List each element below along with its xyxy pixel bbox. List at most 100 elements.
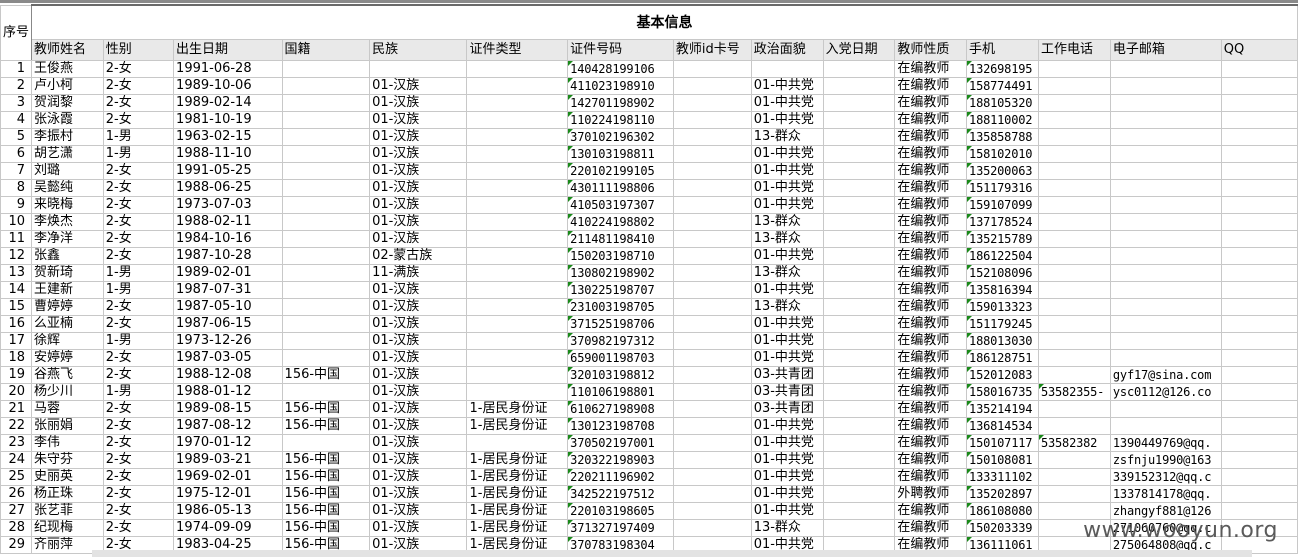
table-cell[interactable]: 2-女 — [102, 179, 175, 197]
table-cell[interactable]: 01-汉族 — [369, 417, 468, 435]
table-cell[interactable] — [822, 332, 896, 350]
table-cell[interactable]: 01-汉族 — [369, 400, 468, 418]
table-cell[interactable]: 156-中国 — [281, 519, 371, 537]
table-cell[interactable] — [822, 502, 896, 520]
table-cell[interactable]: 13-群众 — [750, 298, 824, 316]
table-cell[interactable]: 卢小柯 — [31, 77, 104, 95]
table-cell[interactable]: 158102010 — [966, 145, 1039, 163]
table-cell[interactable] — [466, 77, 569, 95]
table-cell[interactable] — [1220, 213, 1298, 231]
table-cell[interactable] — [1220, 60, 1298, 78]
table-cell[interactable]: 01-汉族 — [369, 485, 468, 503]
table-cell[interactable] — [466, 434, 569, 452]
row-number-cell[interactable]: 12 — [0, 247, 33, 265]
table-cell[interactable]: 01-中共党 — [750, 332, 824, 350]
table-cell[interactable] — [1037, 213, 1111, 231]
table-cell[interactable]: 1987-10-28 — [173, 247, 283, 265]
table-cell[interactable] — [672, 111, 752, 129]
table-cell[interactable] — [1220, 349, 1298, 367]
table-cell[interactable]: 156-中国 — [281, 468, 371, 486]
table-cell[interactable]: 1988-01-12 — [173, 383, 283, 401]
table-cell[interactable] — [1109, 230, 1222, 248]
table-cell[interactable]: 1986-05-13 — [173, 502, 283, 520]
table-cell[interactable]: 在编教师 — [894, 128, 968, 146]
table-cell[interactable] — [281, 162, 371, 180]
table-cell[interactable]: 137178524 — [966, 213, 1039, 231]
table-cell[interactable]: 2-女 — [102, 77, 175, 95]
table-cell[interactable]: 1973-12-26 — [173, 332, 283, 350]
table-cell[interactable]: 01-中共党 — [750, 485, 824, 503]
table-cell[interactable]: 130103198811 — [567, 145, 674, 163]
row-number-cell[interactable]: 18 — [0, 349, 33, 367]
table-cell[interactable] — [1109, 349, 1222, 367]
table-cell[interactable] — [672, 196, 752, 214]
table-cell[interactable]: 2-女 — [102, 417, 175, 435]
table-cell[interactable]: 53582355- — [1037, 383, 1111, 401]
table-cell[interactable] — [1037, 400, 1111, 418]
table-cell[interactable] — [1109, 264, 1222, 282]
table-cell[interactable] — [281, 332, 371, 350]
section-title[interactable]: 基本信息 — [31, 4, 1298, 40]
table-cell[interactable]: 13-群众 — [750, 230, 824, 248]
column-header[interactable]: 民族 — [369, 39, 468, 61]
table-cell[interactable]: 在编教师 — [894, 196, 968, 214]
table-cell[interactable]: 2-女 — [102, 213, 175, 231]
table-cell[interactable] — [672, 179, 752, 197]
table-cell[interactable]: 在编教师 — [894, 383, 968, 401]
table-cell[interactable] — [1037, 349, 1111, 367]
table-cell[interactable]: 杨少川 — [31, 383, 104, 401]
table-cell[interactable]: 150108081 — [966, 451, 1039, 469]
table-cell[interactable]: 1988-02-11 — [173, 213, 283, 231]
table-cell[interactable] — [1220, 315, 1298, 333]
table-cell[interactable]: 在编教师 — [894, 366, 968, 384]
table-cell[interactable]: 在编教师 — [894, 451, 968, 469]
table-cell[interactable] — [822, 519, 896, 537]
table-cell[interactable]: 220211196902 — [567, 468, 674, 486]
row-number-cell[interactable]: 26 — [0, 485, 33, 503]
column-header[interactable]: 出生日期 — [173, 39, 283, 61]
table-cell[interactable]: 1981-10-19 — [173, 111, 283, 129]
table-cell[interactable] — [1037, 502, 1111, 520]
table-cell[interactable]: 01-中共党 — [750, 179, 824, 197]
table-cell[interactable] — [672, 366, 752, 384]
table-cell[interactable] — [1037, 468, 1111, 486]
table-cell[interactable]: 1970-01-12 — [173, 434, 283, 452]
table-cell[interactable]: 01-汉族 — [369, 468, 468, 486]
row-number-cell[interactable]: 3 — [0, 94, 33, 112]
row-number-cell[interactable]: 29 — [0, 536, 33, 554]
table-cell[interactable] — [672, 383, 752, 401]
table-cell[interactable]: 01-汉族 — [369, 502, 468, 520]
table-cell[interactable]: 马蓉 — [31, 400, 104, 418]
table-cell[interactable]: 贺润黎 — [31, 94, 104, 112]
table-cell[interactable] — [1037, 247, 1111, 265]
table-cell[interactable]: 在编教师 — [894, 162, 968, 180]
horizontal-scrollbar[interactable] — [92, 550, 1252, 557]
table-cell[interactable] — [822, 145, 896, 163]
table-cell[interactable]: 03-共青团 — [750, 366, 824, 384]
table-cell[interactable]: 1337814178@qq. — [1109, 485, 1222, 503]
table-cell[interactable]: 03-共青团 — [750, 383, 824, 401]
table-cell[interactable] — [281, 213, 371, 231]
table-cell[interactable] — [1037, 332, 1111, 350]
table-cell[interactable]: 在编教师 — [894, 213, 968, 231]
row-number-cell[interactable]: 16 — [0, 315, 33, 333]
table-cell[interactable]: 370502197001 — [567, 434, 674, 452]
table-cell[interactable]: 谷燕飞 — [31, 366, 104, 384]
table-cell[interactable]: 2-女 — [102, 94, 175, 112]
table-cell[interactable]: 1987-03-05 — [173, 349, 283, 367]
table-cell[interactable] — [672, 264, 752, 282]
table-cell[interactable]: zsfnju1990@163 — [1109, 451, 1222, 469]
table-cell[interactable]: 1987-08-12 — [173, 417, 283, 435]
table-cell[interactable]: 1989-10-06 — [173, 77, 283, 95]
table-cell[interactable]: 371327197409 — [567, 519, 674, 537]
table-cell[interactable]: 1988-12-08 — [173, 366, 283, 384]
table-cell[interactable] — [672, 468, 752, 486]
table-cell[interactable]: 01-中共党 — [750, 502, 824, 520]
row-number-cell[interactable]: 21 — [0, 400, 33, 418]
table-cell[interactable] — [1220, 468, 1298, 486]
row-number-cell[interactable]: 23 — [0, 434, 33, 452]
table-cell[interactable]: 01-汉族 — [369, 128, 468, 146]
table-cell[interactable]: 2-女 — [102, 247, 175, 265]
table-cell[interactable]: 01-中共党 — [750, 196, 824, 214]
table-cell[interactable] — [672, 145, 752, 163]
